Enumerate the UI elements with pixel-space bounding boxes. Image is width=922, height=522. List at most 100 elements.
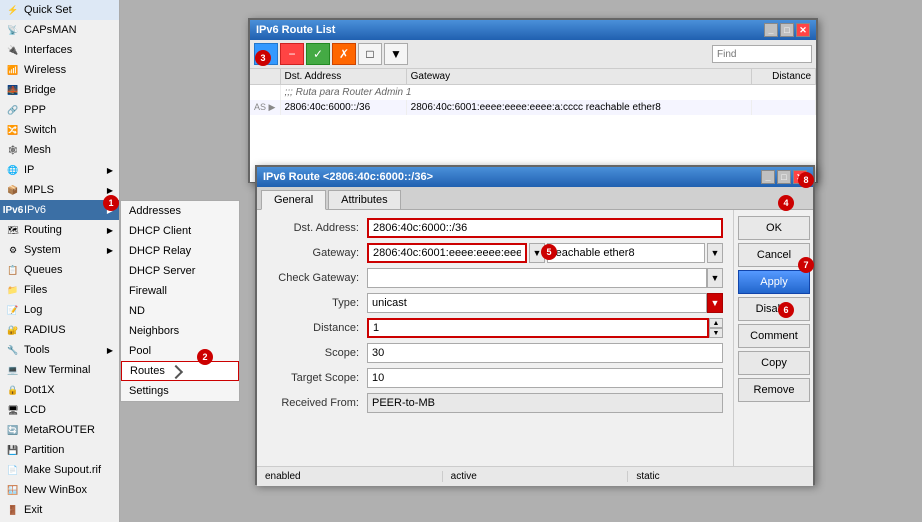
submenu-settings[interactable]: Settings: [121, 381, 239, 401]
sidebar-item-mesh[interactable]: 🕸 Mesh: [0, 140, 119, 160]
sidebar-item-bridge[interactable]: 🌉 Bridge: [0, 80, 119, 100]
terminal-icon: 💻: [6, 363, 20, 377]
comment-button[interactable]: Comment: [738, 324, 810, 348]
sidebar-item-dot1x[interactable]: 🔒 Dot1X: [0, 380, 119, 400]
sidebar-item-tools[interactable]: 🔧 Tools ▶: [0, 340, 119, 360]
received-from-input: [367, 393, 723, 413]
dialog-minimize-button[interactable]: _: [761, 170, 775, 184]
gateway-type-dropdown-button[interactable]: ▼: [707, 243, 723, 263]
route-list-table: Dst. Address Gateway Distance ;;; Ruta p…: [250, 69, 816, 115]
sidebar-item-lcd[interactable]: 🖥 LCD: [0, 400, 119, 420]
sidebar-item-routing[interactable]: 🗺 Routing ▶: [0, 220, 119, 240]
route-list-window: IPv6 Route List _ □ ✕ + − ✓ ✗ □ ▼ Dst. A…: [248, 18, 818, 183]
sidebar-item-wireless[interactable]: 📶 Wireless: [0, 60, 119, 80]
sidebar-item-partition[interactable]: 💾 Partition: [0, 440, 119, 460]
maximize-button[interactable]: □: [780, 23, 794, 37]
dialog-maximize-button[interactable]: □: [777, 170, 791, 184]
dst-address-input[interactable]: [367, 218, 723, 238]
clone-route-button[interactable]: □: [358, 43, 382, 65]
route-dialog-titlebar: IPv6 Route <2806:40c:6000::/36> _ □ ✕: [257, 167, 813, 187]
route-dialog: IPv6 Route <2806:40c:6000::/36> _ □ ✕ Ge…: [255, 165, 815, 485]
route-list-title: IPv6 Route List: [256, 24, 335, 36]
target-scope-input[interactable]: [367, 368, 723, 388]
sidebar-item-capsman[interactable]: 📡 CAPsMAN: [0, 20, 119, 40]
submenu-routes[interactable]: Routes: [121, 361, 239, 381]
scope-input[interactable]: [367, 343, 723, 363]
submenu-addresses[interactable]: Addresses: [121, 201, 239, 221]
route-dialog-title: IPv6 Route <2806:40c:6000::/36>: [263, 171, 433, 183]
ip-arrow: ▶: [107, 166, 113, 175]
find-input[interactable]: [712, 45, 812, 63]
sidebar-item-switch[interactable]: 🔀 Switch: [0, 120, 119, 140]
distance-up-button[interactable]: ▲: [709, 318, 723, 328]
tab-attributes[interactable]: Attributes: [328, 190, 400, 209]
partition-icon: 💾: [6, 443, 20, 457]
disable-route-button[interactable]: ✗: [332, 43, 356, 65]
close-button[interactable]: ✕: [796, 23, 810, 37]
distance-down-button[interactable]: ▼: [709, 328, 723, 338]
submenu-dhcp-server[interactable]: DHCP Server: [121, 261, 239, 281]
remove-button[interactable]: Remove: [738, 378, 810, 402]
disable-button[interactable]: Disable: [738, 297, 810, 321]
annotation-4: 4: [778, 195, 794, 211]
mesh-icon: 🕸: [6, 143, 20, 157]
tools-icon: 🔧: [6, 343, 20, 357]
capsman-icon: 📡: [6, 23, 20, 37]
col-gateway-label: Gateway: [406, 69, 751, 85]
submenu-nd[interactable]: ND: [121, 301, 239, 321]
queues-icon: 📋: [6, 263, 20, 277]
routing-arrow: ▶: [107, 226, 113, 235]
check-gateway-dropdown-button[interactable]: ▼: [707, 268, 723, 288]
sidebar-item-queues[interactable]: 📋 Queues: [0, 260, 119, 280]
dialog-buttons-panel: OK Cancel Apply Disable Comment Copy Rem…: [733, 210, 813, 466]
sidebar-item-new-winbox[interactable]: 🪟 New WinBox: [0, 480, 119, 500]
submenu-firewall[interactable]: Firewall: [121, 281, 239, 301]
check-gateway-input[interactable]: [367, 268, 707, 288]
minimize-button[interactable]: _: [764, 23, 778, 37]
sidebar-item-ipv6[interactable]: IPv6 IPv6 ▶: [0, 200, 119, 220]
type-input[interactable]: [367, 293, 707, 313]
ok-button[interactable]: OK: [738, 216, 810, 240]
sidebar-item-log[interactable]: 📝 Log: [0, 300, 119, 320]
sidebar-item-new-terminal[interactable]: 💻 New Terminal: [0, 360, 119, 380]
distance-label: Distance:: [267, 322, 367, 334]
ip-icon: 🌐: [6, 163, 20, 177]
sidebar-item-make-supout[interactable]: 📄 Make Supout.rif: [0, 460, 119, 480]
type-dropdown-button[interactable]: ▼: [707, 293, 723, 313]
submenu-dhcp-client[interactable]: DHCP Client: [121, 221, 239, 241]
status-active: active: [443, 471, 629, 482]
sidebar-item-files[interactable]: 📁 Files: [0, 280, 119, 300]
sidebar-item-metarouter[interactable]: 🔄 MetaROUTER: [0, 420, 119, 440]
table-row[interactable]: AS ▶ 2806:40c:6000::/36 2806:40c:6001:ee…: [250, 100, 816, 115]
annotation-3: 3: [255, 50, 271, 66]
bridge-icon: 🌉: [6, 83, 20, 97]
dst-address-cell: 2806:40c:6000::/36: [280, 100, 406, 115]
remove-route-button[interactable]: −: [280, 43, 304, 65]
submenu-neighbors[interactable]: Neighbors: [121, 321, 239, 341]
sidebar-item-ip[interactable]: 🌐 IP ▶: [0, 160, 119, 180]
sidebar-item-system[interactable]: ⚙ System ▶: [0, 240, 119, 260]
sidebar-item-ppp[interactable]: 🔗 PPP: [0, 100, 119, 120]
annotation-2: 2: [197, 349, 213, 365]
window-controls: _ □ ✕: [764, 23, 810, 37]
sidebar-item-mpls[interactable]: 📦 MPLS ▶: [0, 180, 119, 200]
lcd-icon: 🖥: [6, 403, 20, 417]
submenu-pool[interactable]: Pool: [121, 341, 239, 361]
copy-button[interactable]: Copy: [738, 351, 810, 375]
sidebar-item-interfaces[interactable]: 🔌 Interfaces: [0, 40, 119, 60]
interfaces-icon: 🔌: [6, 43, 20, 57]
gateway-input[interactable]: [367, 243, 527, 263]
apply-button[interactable]: Apply: [738, 270, 810, 294]
route-list-titlebar: IPv6 Route List _ □ ✕: [250, 20, 816, 40]
enable-route-button[interactable]: ✓: [306, 43, 330, 65]
switch-icon: 🔀: [6, 123, 20, 137]
distance-input[interactable]: [367, 318, 709, 338]
sidebar-item-quickset[interactable]: ⚡ Quick Set: [0, 0, 119, 20]
gateway-type-input[interactable]: [547, 243, 705, 263]
filter-button[interactable]: ▼: [384, 43, 408, 65]
tab-general[interactable]: General: [261, 190, 326, 210]
submenu-dhcp-relay[interactable]: DHCP Relay: [121, 241, 239, 261]
sidebar-item-exit[interactable]: 🚪 Exit: [0, 500, 119, 520]
sidebar-item-radius[interactable]: 🔐 RADIUS: [0, 320, 119, 340]
annotation-7: 7: [798, 257, 814, 273]
